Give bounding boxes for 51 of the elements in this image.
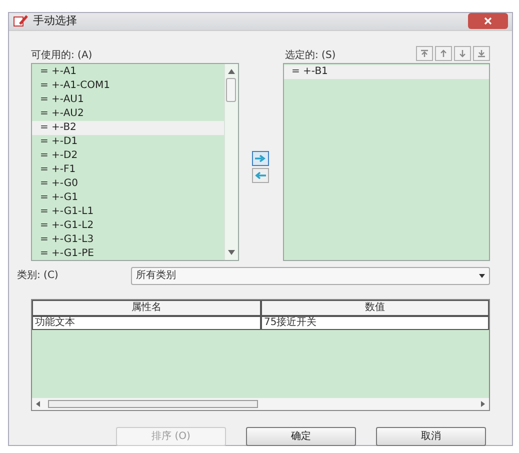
scroll-right-icon[interactable] — [481, 400, 485, 406]
list-item[interactable]: = +-D1 — [32, 134, 224, 148]
dialog-button[interactable]: 取消 — [376, 426, 486, 446]
left-arrow-icon — [255, 172, 266, 178]
scroll-down-icon[interactable] — [228, 250, 234, 254]
arrow-icon — [439, 48, 448, 58]
list-item[interactable]: = +-G0 — [32, 176, 224, 190]
scroll-thumb[interactable] — [226, 78, 236, 102]
list-item[interactable]: = +-B2 — [32, 120, 224, 134]
list-item[interactable]: = +-G1 — [32, 190, 224, 204]
available-label: 可使用的: (A) — [31, 48, 94, 62]
column-header: 数值 — [261, 300, 489, 316]
sort-button[interactable] — [454, 46, 471, 60]
sort-button[interactable] — [416, 46, 433, 60]
category-label: 类别: (C) — [17, 268, 60, 283]
window-title: 手动选择 — [33, 13, 77, 29]
arrow-icon — [477, 48, 486, 58]
scroll-up-icon[interactable] — [228, 68, 234, 74]
chosen-label: 选定的: (S) — [285, 48, 336, 62]
list-item[interactable]: = +-AU1 — [32, 92, 224, 106]
list-item[interactable]: = +-D2 — [32, 148, 224, 162]
column-header: 属性名 — [32, 300, 261, 316]
category-dropdown[interactable]: 所有类别 — [131, 266, 490, 284]
add-button[interactable] — [252, 150, 269, 166]
horizontal-scrollbar[interactable] — [32, 398, 489, 410]
category-value: 所有类别 — [136, 268, 176, 283]
close-icon — [484, 17, 492, 26]
list-item[interactable]: = +-G1-L3 — [32, 232, 224, 246]
dialog-button[interactable]: 确定 — [246, 426, 356, 446]
edit-icon — [13, 14, 29, 28]
list-item[interactable]: = +-F1 — [32, 162, 224, 176]
list-item[interactable]: = +-A1 — [32, 64, 224, 78]
sort-button[interactable] — [473, 46, 490, 60]
scroll-left-icon[interactable] — [36, 400, 40, 406]
arrow-icon — [458, 48, 467, 58]
scroll-thumb[interactable] — [48, 400, 258, 408]
scrollbar[interactable] — [224, 64, 238, 260]
arrow-icon — [420, 48, 429, 58]
list-item[interactable]: = +-A1-COM1 — [32, 78, 224, 92]
table-cell: 75接近开关 — [261, 316, 489, 330]
list-item[interactable]: = +-G1-L2 — [32, 218, 224, 232]
dropdown-arrow-icon — [479, 274, 485, 278]
table-cell: 功能文本 — [32, 316, 261, 330]
right-arrow-icon — [255, 154, 266, 162]
remove-button[interactable] — [252, 168, 269, 182]
list-item[interactable]: = +-B1 — [284, 64, 489, 78]
close-button[interactable] — [468, 13, 508, 30]
list-item[interactable]: = +-AU2 — [32, 106, 224, 120]
list-item[interactable]: = +-G1-PE — [32, 246, 224, 260]
list-item[interactable]: = +-G1-L1 — [32, 204, 224, 218]
sort-button[interactable] — [435, 46, 452, 60]
